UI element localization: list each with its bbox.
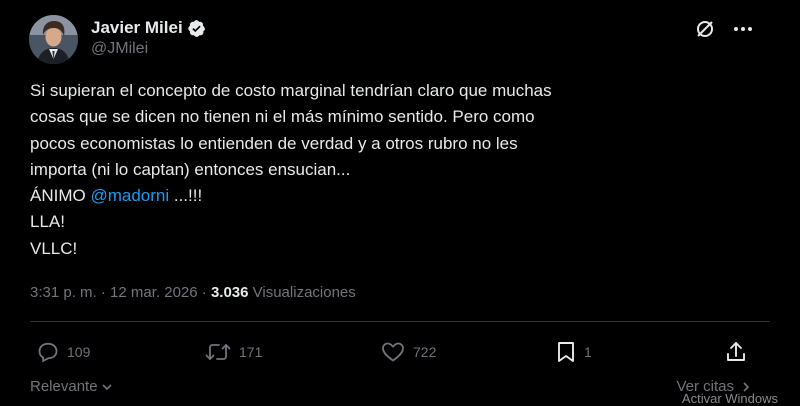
tweet-text-prefix: ÁNIMO: [30, 186, 91, 206]
timestamp[interactable]: 3:31 p. m. · 12 mar. 2026 ·: [30, 284, 211, 301]
tweet-meta: 3:31 p. m. · 12 mar. 2026 · 3.036 Visual…: [30, 284, 356, 301]
bookmark-count: 1: [584, 344, 592, 360]
tweet-line: Si supieran el concepto de costo margina…: [30, 81, 552, 100]
reply-count: 109: [67, 344, 91, 360]
mention-link[interactable]: @madorni: [90, 186, 169, 205]
repost-icon: [205, 344, 231, 360]
tweet-line: LLA!: [30, 212, 65, 232]
tweet-card: Javier Milei @JMilei Si supieran el conc…: [0, 0, 800, 406]
like-count: 722: [413, 344, 437, 360]
grok-icon[interactable]: [694, 18, 716, 40]
tweet-line: pocos economistas lo entienden de verdad…: [30, 133, 518, 153]
views-count: 3.036: [210, 284, 249, 301]
author-name-row: Javier Milei: [91, 17, 206, 39]
tweet-line-mention: ÁNIMO @madorni ...!!!: [30, 183, 730, 209]
windows-activation-watermark: Activar Windows: [681, 391, 778, 406]
avatar-image: [29, 15, 78, 64]
header-actions: [694, 18, 754, 40]
sort-label: Relevante: [30, 378, 98, 395]
like-button[interactable]: 722: [380, 337, 436, 367]
views-label: Visualizaciones: [248, 284, 356, 301]
tweet-line: importa (ni lo captan) entonces ensucian…: [30, 159, 351, 179]
tweet-text: Si supieran el concepto de costo margina…: [30, 78, 730, 262]
action-bar: 109 171 722 1: [30, 337, 754, 367]
author-handle[interactable]: @JMilei: [91, 40, 148, 58]
avatar[interactable]: [29, 15, 78, 64]
tweet-text-suffix: ...!!!: [169, 186, 203, 206]
repost-count: 171: [239, 344, 263, 360]
tweet-line: cosas que se dicen no tienen ni el más m…: [30, 107, 535, 127]
repost-button[interactable]: 171: [204, 337, 262, 367]
chevron-down-icon: [101, 383, 112, 390]
reply-icon: [38, 342, 58, 363]
sort-replies-dropdown[interactable]: Relevante: [30, 378, 114, 395]
heart-icon: [382, 342, 404, 362]
more-icon[interactable]: [732, 18, 754, 40]
bookmark-icon: [558, 342, 574, 362]
reply-button[interactable]: 109: [36, 337, 90, 367]
divider: [30, 321, 770, 322]
author-display-name[interactable]: Javier Milei: [91, 18, 183, 38]
verified-badge-icon[interactable]: [187, 19, 206, 38]
share-button[interactable]: [724, 337, 748, 367]
tweet-line: VLLC!: [30, 238, 78, 258]
bookmark-button[interactable]: 1: [555, 337, 592, 367]
share-icon: [727, 342, 745, 361]
